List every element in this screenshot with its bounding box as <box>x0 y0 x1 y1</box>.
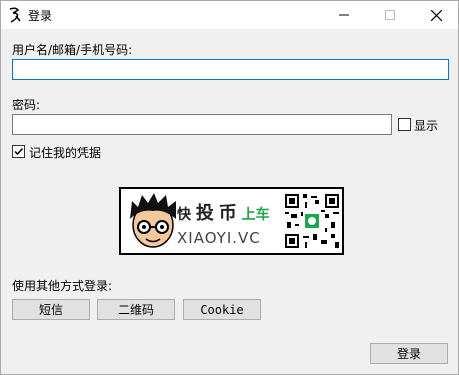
promo-char-kuai: 快 <box>177 207 191 223</box>
minimize-button[interactable] <box>321 1 367 29</box>
qr-code-icon <box>283 192 341 250</box>
show-password-label: 显示 <box>414 119 439 133</box>
other-login-label: 使用其他方式登录: <box>12 279 113 293</box>
maximize-button[interactable] <box>367 1 413 29</box>
close-button[interactable] <box>413 1 459 29</box>
remember-checkbox[interactable] <box>12 145 25 158</box>
cartoon-avatar-icon <box>130 193 176 248</box>
minimize-icon <box>339 14 349 16</box>
sms-login-button[interactable]: 短信 <box>12 299 90 320</box>
promo-char-bi: 币 <box>218 203 237 224</box>
checkmark-icon <box>14 147 24 156</box>
qrcode-login-button[interactable]: 二维码 <box>97 299 175 320</box>
window-title: 登录 <box>28 9 53 23</box>
login-window: 登录 用户名/邮箱/手机号码: 密码: 显示 记住我的凭据 快 投 币 上车 X… <box>0 0 459 375</box>
close-icon <box>430 9 442 21</box>
username-label: 用户名/邮箱/手机号码: <box>12 43 133 57</box>
maximize-icon <box>385 10 395 20</box>
promo-slogan: 快 投 币 上车 <box>177 199 270 225</box>
app-logo-icon <box>9 7 21 23</box>
promo-banner[interactable]: 快 投 币 上车 XIAOYI.VC <box>119 187 344 255</box>
promo-domain: XIAOYI.VC <box>177 229 261 247</box>
password-input[interactable] <box>12 114 392 135</box>
promo-char-tou: 投 <box>195 203 214 224</box>
username-input[interactable] <box>12 59 449 80</box>
password-label: 密码: <box>12 98 41 112</box>
login-button[interactable]: 登录 <box>370 343 448 364</box>
remember-label: 记住我的凭据 <box>29 146 102 160</box>
cookie-login-button[interactable]: Cookie <box>183 299 261 320</box>
show-password-checkbox[interactable] <box>398 118 411 131</box>
promo-char-shangche: 上车 <box>241 207 270 223</box>
title-bar: 登录 <box>1 1 458 29</box>
